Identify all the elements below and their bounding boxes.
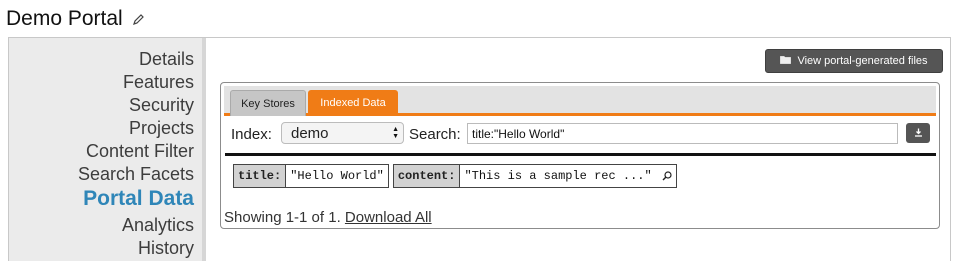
download-button[interactable] xyxy=(906,123,930,143)
view-files-label: View portal-generated files xyxy=(797,55,928,67)
portal-frame: Details Features Security Projects Conte… xyxy=(8,37,951,261)
search-input[interactable] xyxy=(467,123,898,144)
download-all-link[interactable]: Download All xyxy=(345,209,432,226)
pencil-icon[interactable] xyxy=(132,13,144,25)
status-line: Showing 1-1 of 1. Download All xyxy=(224,209,432,226)
page-header: Demo Portal xyxy=(6,6,144,32)
download-icon xyxy=(914,124,923,142)
page-title: Demo Portal xyxy=(6,7,123,30)
tab-bar: Key Stores Indexed Data xyxy=(224,86,936,116)
folder-icon xyxy=(780,55,792,67)
sidebar-item-portal-data[interactable]: Portal Data xyxy=(83,187,194,211)
tab-key-stores[interactable]: Key Stores xyxy=(230,90,306,116)
search-label: Search: xyxy=(409,126,461,143)
field-value-content-text: "This is a sample rec ..." xyxy=(464,169,652,183)
sidebar-item-history[interactable]: History xyxy=(138,238,194,259)
data-panel: Key Stores Indexed Data Index: demo ▲ ▼ S… xyxy=(220,82,940,229)
main-content: View portal-generated files Key Stores I… xyxy=(220,38,950,261)
sidebar-item-details[interactable]: Details xyxy=(139,49,194,70)
index-select[interactable]: demo ▲ ▼ xyxy=(281,122,404,144)
showing-text: Showing 1-1 of 1. xyxy=(224,209,341,226)
search-row: Index: demo ▲ ▼ Search: xyxy=(221,119,939,149)
sidebar-item-search-facets[interactable]: Search Facets xyxy=(78,164,194,185)
sidebar-item-analytics[interactable]: Analytics xyxy=(122,215,194,236)
table-row: title: "Hello World" content: "This is a… xyxy=(233,164,677,188)
field-name-content: content: xyxy=(392,164,461,188)
index-value: demo xyxy=(291,125,329,142)
sidebar: Details Features Security Projects Conte… xyxy=(9,38,206,261)
sidebar-item-security[interactable]: Security xyxy=(129,95,194,116)
select-arrows-icon: ▲ ▼ xyxy=(392,126,399,140)
view-files-button[interactable]: View portal-generated files xyxy=(765,49,943,73)
field-value-content: "This is a sample rec ..." xyxy=(460,164,677,188)
sidebar-item-content-filter[interactable]: Content Filter xyxy=(86,141,194,162)
tab-indexed-data[interactable]: Indexed Data xyxy=(308,90,398,116)
sidebar-item-projects[interactable]: Projects xyxy=(129,118,194,139)
field-value-title: "Hello World" xyxy=(286,164,389,188)
field-name-title: title: xyxy=(233,164,287,188)
sidebar-item-features[interactable]: Features xyxy=(123,72,194,93)
index-label: Index: xyxy=(231,126,272,143)
search-icon[interactable] xyxy=(662,171,672,181)
divider xyxy=(225,153,936,156)
